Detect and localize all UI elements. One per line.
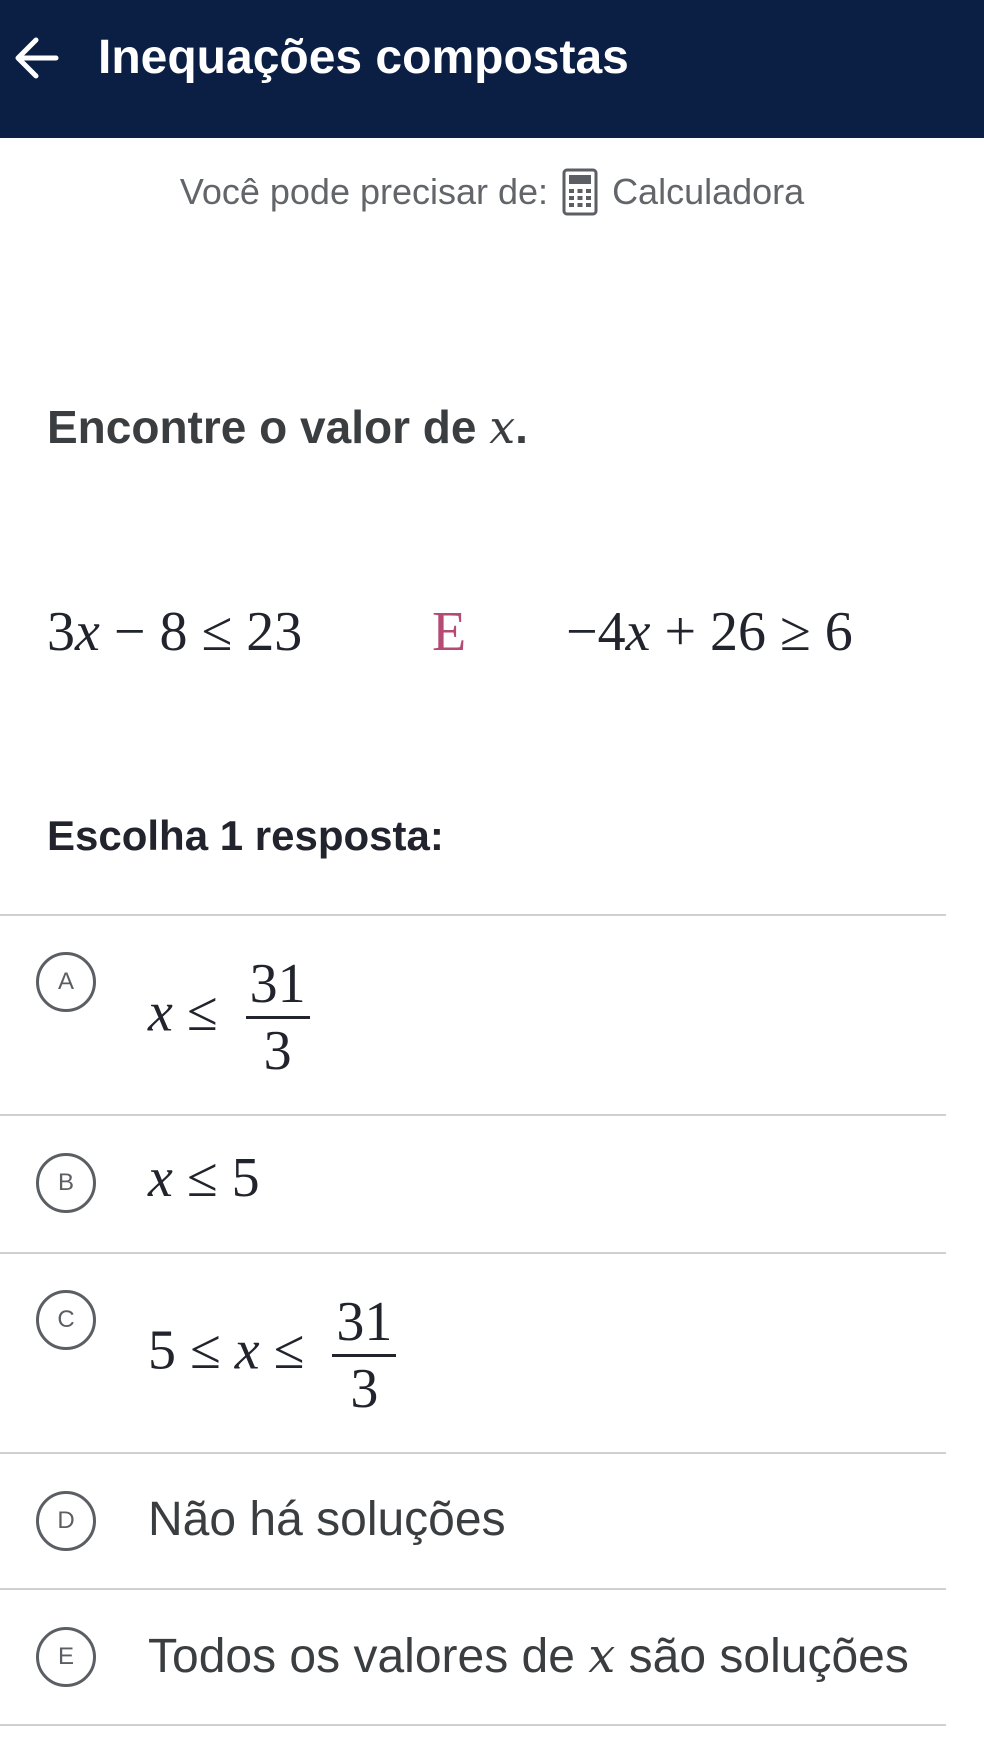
top-bar: Inequações compostas — [0, 0, 984, 138]
hint-label: Você pode precisar de: — [179, 171, 549, 212]
choice-a[interactable]: A x ≤31 3 — [0, 916, 946, 1114]
choice-e-text: Todos os valores de x são soluções — [148, 1628, 909, 1684]
calculator-label: Calculadora — [612, 171, 805, 212]
choice-b[interactable]: B x ≤5 — [0, 1116, 946, 1252]
choice-letter-b: B — [36, 1153, 96, 1213]
choice-b-math: x ≤5 — [148, 1147, 260, 1209]
choice-a-math: x ≤31 3 — [148, 952, 310, 1083]
fraction: 31 3 — [332, 1290, 397, 1421]
tools-hint: Você pode precisar de: Calculadora — [0, 164, 984, 220]
choice-c-math: 5 ≤ x ≤31 3 — [148, 1290, 397, 1421]
choice-letter-e: E — [36, 1627, 96, 1687]
choice-letter-c: C — [36, 1290, 96, 1350]
back-button[interactable] — [8, 28, 64, 88]
arrow-left-icon — [15, 37, 59, 79]
inequality-second: −4x +26 ≥6 — [566, 601, 853, 663]
choice-letter-a: A — [36, 952, 96, 1012]
choice-d[interactable]: D Não há soluções — [0, 1454, 946, 1588]
calculator-icon — [562, 168, 598, 216]
divider — [0, 1724, 946, 1726]
choice-c[interactable]: C 5 ≤ x ≤31 3 — [0, 1254, 946, 1452]
calculator-button[interactable]: Calculadora — [562, 168, 804, 216]
choice-d-text: Não há soluções — [148, 1493, 506, 1546]
inequality-first: 3x −8 ≤23 — [47, 601, 303, 663]
choice-letter-d: D — [36, 1491, 96, 1551]
choice-e[interactable]: E Todos os valores de x são soluções — [0, 1590, 946, 1724]
answer-prompt: Escolha 1 resposta: — [47, 812, 444, 859]
question-text: Encontre o valor de x. — [47, 400, 528, 454]
conjunction-label: E — [432, 601, 467, 663]
fraction: 31 3 — [245, 952, 310, 1083]
page-title: Inequações compostas — [98, 31, 629, 84]
